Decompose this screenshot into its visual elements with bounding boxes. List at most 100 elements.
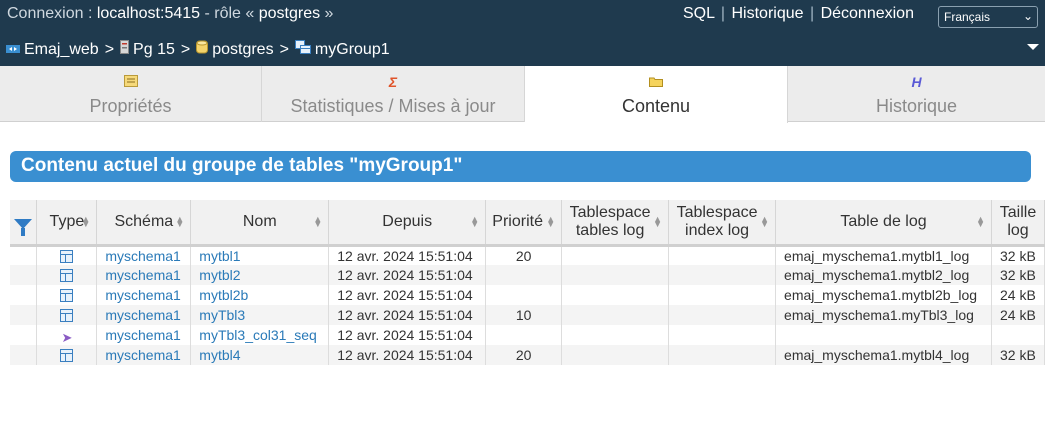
priority-cell: 10 [485,305,563,325]
log-table-cell: emaj_myschema1.mytbl2_log [775,265,992,285]
priority-cell [485,265,563,285]
column-header-label: Depuis [382,212,433,230]
table-icon [60,289,74,302]
breadcrumb: Emaj_web > Pg 15 > postgres > myGroup1 [6,40,390,59]
column-header-name[interactable]: Nom ▲ ▼ [190,200,330,247]
role-label: - rôle « [200,5,259,22]
history-link[interactable]: Historique [731,5,803,22]
type-cell [36,265,98,285]
filter-cell [10,345,38,365]
schema-cell[interactable]: myschema1 [96,285,192,305]
tab-properties[interactable]: Propriétés [0,66,262,122]
schema-cell[interactable]: myschema1 [96,305,192,325]
tab-content[interactable]: Contenu [525,66,788,123]
log-size-cell: 24 kB [991,285,1045,305]
log-size-cell: 24 kB [991,305,1045,325]
column-header-label: Priorité [492,212,543,230]
filter-icon [14,218,33,236]
language-select[interactable]: Français ⌄ [938,6,1038,28]
language-value: Français [944,10,991,24]
sort-icon: ▲ ▼ [653,214,663,229]
name-cell[interactable]: mytbl4 [190,345,330,365]
since-cell: 12 avr. 2024 15:51:04 [328,305,487,325]
schema-cell[interactable]: myschema1 [96,265,192,285]
table-row[interactable]: myschema1 mytbl1 12 avr. 2024 15:51:04 20 em… [10,245,1045,265]
table-row[interactable]: ➤ myschema1 myTbl3_col31_seq 12 avr. 2024 1… [10,325,1045,345]
name-cell[interactable]: mytbl2b [190,285,330,305]
priority-cell [485,285,563,305]
breadcrumb-item-server[interactable]: Pg 15 [133,41,175,59]
table-row[interactable]: myschema1 mytbl2b 12 avr. 2024 15:51:04 ema… [10,285,1045,305]
top-links: SQL | Historique | Déconnexion [683,5,914,23]
type-cell [36,245,98,265]
name-cell[interactable]: mytbl2 [190,265,330,285]
content-table: Type ▲ ▼ Schéma ▲ ▼ Nom ▲ ▼ Depuis ▲ ▼ Priorité ▲… [10,200,1045,365]
table-icon [60,309,74,322]
schema-cell[interactable]: myschema1 [96,325,192,345]
type-cell [36,345,98,365]
log-size-cell: 32 kB [991,245,1045,265]
breadcrumb-item-emaj-web[interactable]: Emaj_web [24,41,99,59]
logout-link[interactable]: Déconnexion [821,5,914,22]
sort-icon: ▲ ▼ [313,214,323,229]
column-header-since[interactable]: Depuis ▲ ▼ [328,200,487,247]
type-cell [36,285,98,305]
column-header-tablespace-tables[interactable]: Tablespace tables log ▲ ▼ [561,200,670,247]
column-header-log-size[interactable]: Taille log [991,200,1045,247]
role-name: postgres [258,5,321,22]
name-cell[interactable]: myTbl3_col31_seq [190,325,330,345]
tab-bar: Propriétés Σ Statistiques / Mises à jour… [0,66,1045,123]
column-header-log-table[interactable]: Table de log ▲ ▼ [775,200,992,247]
column-header-type[interactable]: Type ▲ ▼ [36,200,98,247]
log-table-cell [775,325,992,345]
tab-label: Historique [875,96,958,116]
filter-column[interactable] [10,200,38,247]
sort-icon: ▲ ▼ [175,214,185,229]
sort-icon: ▲ ▼ [81,214,91,229]
schema-cell[interactable]: myschema1 [96,245,192,265]
name-cell[interactable]: myTbl3 [190,305,330,325]
schema-cell[interactable]: myschema1 [96,345,192,365]
column-header-priority[interactable]: Priorité ▲ ▼ [485,200,563,247]
breadcrumb-item-database[interactable]: postgres [212,41,273,59]
emaj-icon [6,41,20,59]
tab-label: Contenu [621,96,691,116]
tablespace-index-cell [668,245,777,265]
log-table-cell: emaj_myschema1.mytbl2b_log [775,285,992,305]
breadcrumb-separator: > [279,40,289,58]
tab-history[interactable]: H Historique [788,66,1045,122]
collapse-icon[interactable] [1027,44,1039,50]
tab-statistics[interactable]: Σ Statistiques / Mises à jour [262,66,525,122]
sql-link[interactable]: SQL [683,5,714,22]
breadcrumb-item-group[interactable]: myGroup1 [315,41,390,59]
priority-cell: 20 [485,345,563,365]
log-size-cell: 32 kB [991,265,1045,285]
connection-host: localhost:5415 [96,5,201,22]
sequence-icon: ➤ [61,329,73,345]
priority-cell: 20 [485,245,563,265]
column-header-label: Nom [242,212,277,230]
tablespace-tables-cell [561,245,670,265]
name-cell[interactable]: mytbl1 [190,245,330,265]
tablespace-tables-cell [561,325,670,345]
type-cell: ➤ [36,325,98,345]
log-table-cell: emaj_myschema1.mytbl4_log [775,345,992,365]
column-header-label: Table de log [840,212,927,230]
sort-icon: ▲ ▼ [760,214,770,229]
table-row[interactable]: myschema1 mytbl4 12 avr. 2024 15:51:04 20 em… [10,345,1045,365]
column-header-label: Taille log [999,203,1037,239]
separator: | [809,5,815,22]
column-header-schema[interactable]: Schéma ▲ ▼ [96,200,192,247]
server-icon [120,40,130,59]
connection-label: Connexion : [7,5,97,22]
type-cell [36,305,98,325]
tablespace-tables-cell [561,285,670,305]
top-bar: Connexion : localhost:5415 - rôle « post… [0,0,1045,66]
column-header-tablespace-index[interactable]: Tablespace index log ▲ ▼ [668,200,777,247]
table-row[interactable]: myschema1 mytbl2 12 avr. 2024 15:51:04 emaj… [10,265,1045,285]
tablespace-index-cell [668,325,777,345]
chevron-down-icon: ⌄ [1022,9,1033,23]
sigma-icon: Σ [388,74,398,90]
table-row[interactable]: myschema1 myTbl3 12 avr. 2024 15:51:04 10 em… [10,305,1045,325]
log-table-cell: emaj_myschema1.myTbl3_log [775,305,992,325]
